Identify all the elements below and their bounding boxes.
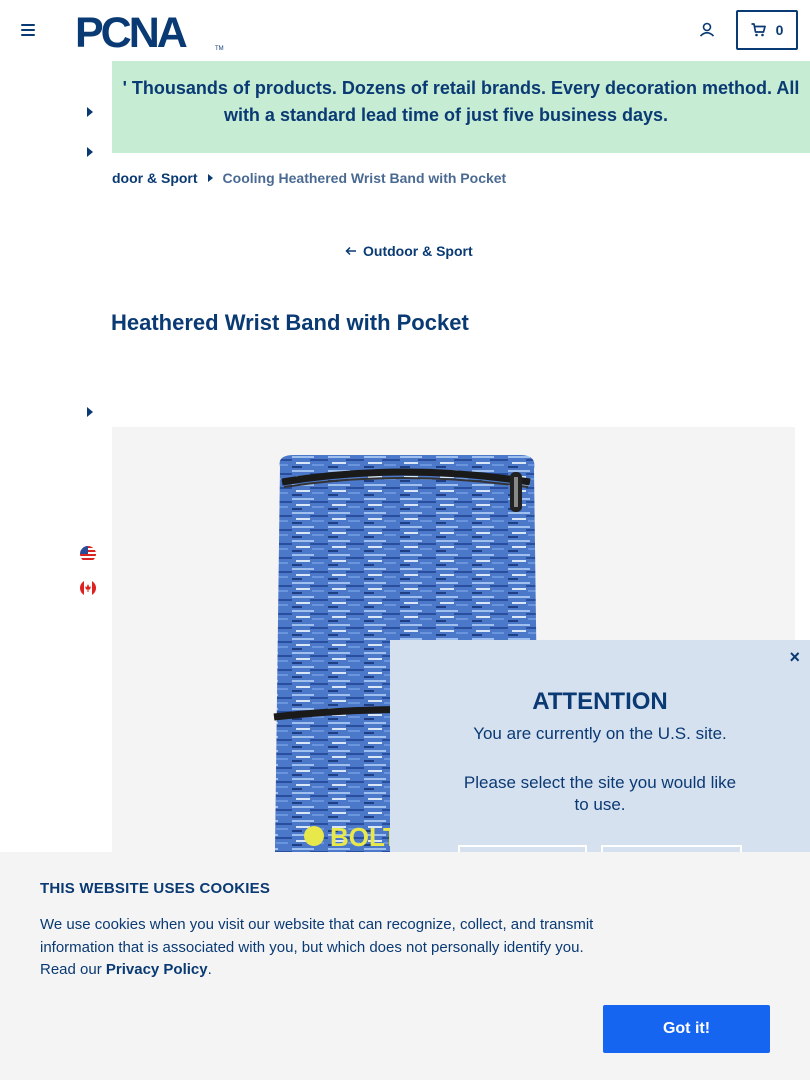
cookie-period: . bbox=[207, 961, 212, 978]
back-link[interactable]: Outdoor & Sport bbox=[345, 243, 473, 259]
page-root: PCNA TM 0 ' Thousands of products. Dozen… bbox=[0, 0, 810, 1080]
cookie-banner: THIS WEBSITE USES COOKIES We use cookies… bbox=[0, 852, 810, 1080]
back-link-label: Outdoor & Sport bbox=[363, 243, 473, 259]
accept-cookies-button[interactable]: Got it! bbox=[603, 1005, 770, 1053]
breadcrumb-current: Cooling Heathered Wrist Band with Pocket bbox=[222, 170, 507, 186]
promo-line-1: ' Thousands of products. Dozens of retai… bbox=[122, 78, 800, 98]
nav-caret-icon[interactable] bbox=[87, 147, 93, 157]
us-flag-icon[interactable] bbox=[80, 546, 96, 562]
attention-title: ATTENTION bbox=[532, 688, 668, 715]
promo-banner: ' Thousands of products. Dozens of retai… bbox=[112, 61, 810, 153]
cart-icon bbox=[751, 23, 766, 37]
breadcrumb: door & Sport Cooling Heathered Wrist Ban… bbox=[112, 170, 506, 186]
attention-message: You are currently on the U.S. site. bbox=[473, 724, 727, 743]
arrow-left-icon bbox=[345, 246, 356, 256]
cart-count: 0 bbox=[775, 22, 784, 38]
close-icon[interactable]: × bbox=[789, 648, 800, 666]
promo-line-2: with a standard lead time of just five b… bbox=[223, 105, 669, 125]
logo-text: PCNA bbox=[75, 10, 187, 52]
cookie-text: We use cookies when you visit our websit… bbox=[40, 914, 600, 982]
pcna-logo[interactable]: PCNA TM bbox=[75, 10, 225, 52]
logo-tm: TM bbox=[215, 46, 224, 52]
canada-flag-icon[interactable] bbox=[80, 580, 96, 596]
cookie-title: THIS WEBSITE USES COOKIES bbox=[40, 880, 271, 897]
attention-prompt: Please select the site you would like to… bbox=[463, 773, 737, 814]
cart-button[interactable]: 0 bbox=[736, 10, 798, 50]
nav-caret-icon[interactable] bbox=[87, 407, 93, 417]
nav-caret-icon[interactable] bbox=[87, 107, 93, 117]
chevron-right-icon bbox=[207, 174, 213, 182]
site-header: PCNA TM 0 bbox=[0, 0, 810, 61]
breadcrumb-link-parent[interactable]: door & Sport bbox=[112, 170, 198, 186]
hamburger-icon[interactable] bbox=[21, 24, 35, 36]
image-brand-text: BOLT bbox=[330, 822, 399, 852]
attention-modal: × ATTENTION You are currently on the U.S… bbox=[390, 640, 810, 885]
product-title: Heathered Wrist Band with Pocket bbox=[111, 310, 469, 335]
user-icon[interactable] bbox=[697, 20, 717, 40]
privacy-policy-link[interactable]: Privacy Policy bbox=[106, 961, 208, 978]
